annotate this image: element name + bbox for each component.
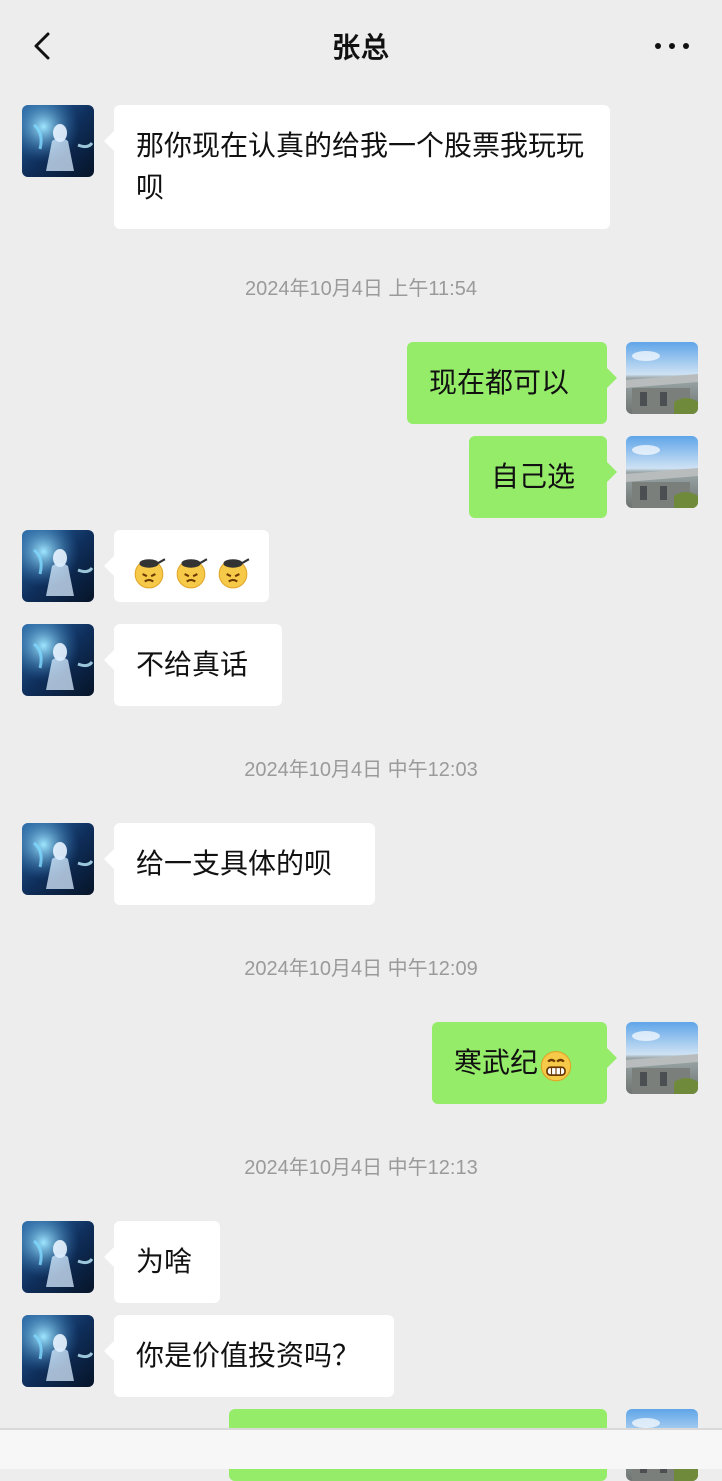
grin-emoji: [538, 1047, 574, 1083]
timestamp: 2024年10月4日 中午12:03: [244, 759, 478, 781]
my-avatar[interactable]: [626, 342, 698, 414]
message-bubble-left[interactable]: 给一支具体的呗: [104, 823, 375, 905]
contact-avatar[interactable]: [22, 624, 94, 696]
message-bubble-left[interactable]: 为啥: [104, 1221, 220, 1303]
message-bubble-right[interactable]: 自己选: [469, 436, 617, 518]
message-bubble-left[interactable]: 不给真话: [104, 624, 282, 706]
my-avatar[interactable]: [626, 1022, 698, 1094]
wok-head-emoji: [132, 557, 166, 590]
chat-area: 那你现在认真的给我一个股票我玩玩呗 2024年10月4日 上午11:54 现在都…: [0, 0, 722, 1481]
contact-avatar[interactable]: [22, 530, 94, 602]
message-bubble-right[interactable]: 现在都可以: [407, 342, 617, 424]
message-text: 寒武纪: [454, 1047, 539, 1078]
wok-head-emoji: [174, 557, 208, 590]
contact-avatar[interactable]: [22, 823, 94, 895]
message-bubble-left[interactable]: 那你现在认真的给我一个股票我玩玩呗: [104, 105, 610, 229]
wok-head-emoji: [216, 557, 250, 590]
contact-avatar[interactable]: [22, 1315, 94, 1387]
message-bubble-right[interactable]: 寒武纪: [432, 1022, 617, 1104]
input-bar: [0, 1430, 722, 1469]
timestamp: 2024年10月4日 中午12:09: [244, 958, 478, 980]
contact-avatar[interactable]: [22, 105, 94, 177]
timestamp: 2024年10月4日 上午11:54: [245, 278, 477, 300]
my-avatar[interactable]: [626, 436, 698, 508]
timestamp: 2024年10月4日 中午12:13: [244, 1157, 478, 1179]
message-bubble-left[interactable]: [104, 530, 269, 602]
message-bubble-left[interactable]: 你是价值投资吗？: [104, 1315, 394, 1397]
contact-avatar[interactable]: [22, 1221, 94, 1293]
